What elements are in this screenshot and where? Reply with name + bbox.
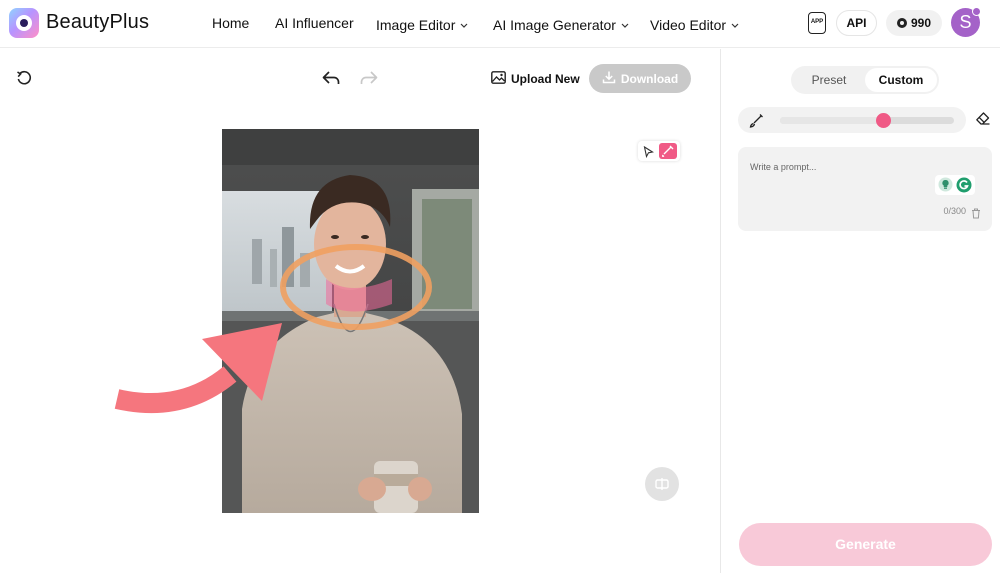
mode-segmented-control: Preset Custom [791, 66, 939, 94]
image-upload-icon [491, 71, 506, 87]
download-icon [602, 70, 616, 87]
generate-button[interactable]: Generate [739, 523, 992, 566]
download-label: Download [620, 71, 679, 86]
prompt-area: 0/300 [738, 147, 992, 231]
brush-select-icon[interactable] [659, 143, 677, 159]
chevron-down-icon [460, 15, 468, 31]
undo-icon[interactable] [322, 70, 340, 86]
app-download-icon[interactable]: APP [808, 12, 826, 34]
nav-item-home[interactable]: Home [212, 15, 249, 31]
nav-item-ai-image-generator[interactable]: AI Image Generator [493, 15, 629, 33]
nav-item-video-editor[interactable]: Video Editor [650, 15, 739, 33]
credits-count: 990 [910, 16, 932, 30]
nav-item-image-editor[interactable]: Image Editor [376, 15, 468, 33]
notification-dot [972, 7, 981, 16]
lightbulb-icon[interactable] [938, 177, 953, 197]
brush-size-slider-thumb[interactable] [875, 113, 891, 128]
credits-badge[interactable]: 990 [886, 10, 942, 36]
rotate-ccw-icon[interactable] [15, 69, 33, 87]
compare-icon[interactable] [645, 467, 679, 501]
brand-name[interactable]: BeautyPlus [46, 11, 149, 34]
nav-item-ai-influencer[interactable]: AI Influencer [275, 15, 354, 31]
grammarly-icon[interactable] [956, 177, 972, 198]
brush-icon [749, 113, 764, 133]
brush-size-control [738, 107, 966, 133]
tab-custom[interactable]: Custom [865, 68, 937, 92]
tab-preset[interactable]: Preset [793, 68, 865, 92]
top-header: BeautyPlus Home AI Influencer Image Edit… [0, 0, 1000, 48]
coin-icon [896, 18, 907, 28]
editor-canvas: Upload New Download [0, 49, 720, 573]
upload-new-button[interactable]: Upload New [491, 70, 580, 88]
chevron-down-icon [731, 15, 739, 31]
right-panel: Preset Custom 0/300 Generate [720, 49, 1000, 573]
download-button[interactable]: Download [589, 64, 691, 93]
prompt-assist-buttons [935, 175, 975, 195]
char-counter: 0/300 [943, 206, 966, 216]
prompt-input[interactable] [750, 159, 920, 175]
trash-icon[interactable] [971, 206, 981, 224]
brush-mode-toggle[interactable] [638, 141, 680, 161]
pointer-icon[interactable] [643, 145, 654, 163]
redo-icon[interactable] [360, 70, 378, 86]
eraser-icon[interactable] [975, 111, 991, 131]
beautyplus-logo-icon[interactable] [9, 8, 39, 38]
brush-size-slider[interactable] [780, 113, 954, 128]
chevron-down-icon [621, 15, 629, 31]
api-button[interactable]: API [836, 10, 877, 36]
annotation-arrow-icon [112, 319, 292, 479]
upload-new-label: Upload New [511, 72, 580, 86]
